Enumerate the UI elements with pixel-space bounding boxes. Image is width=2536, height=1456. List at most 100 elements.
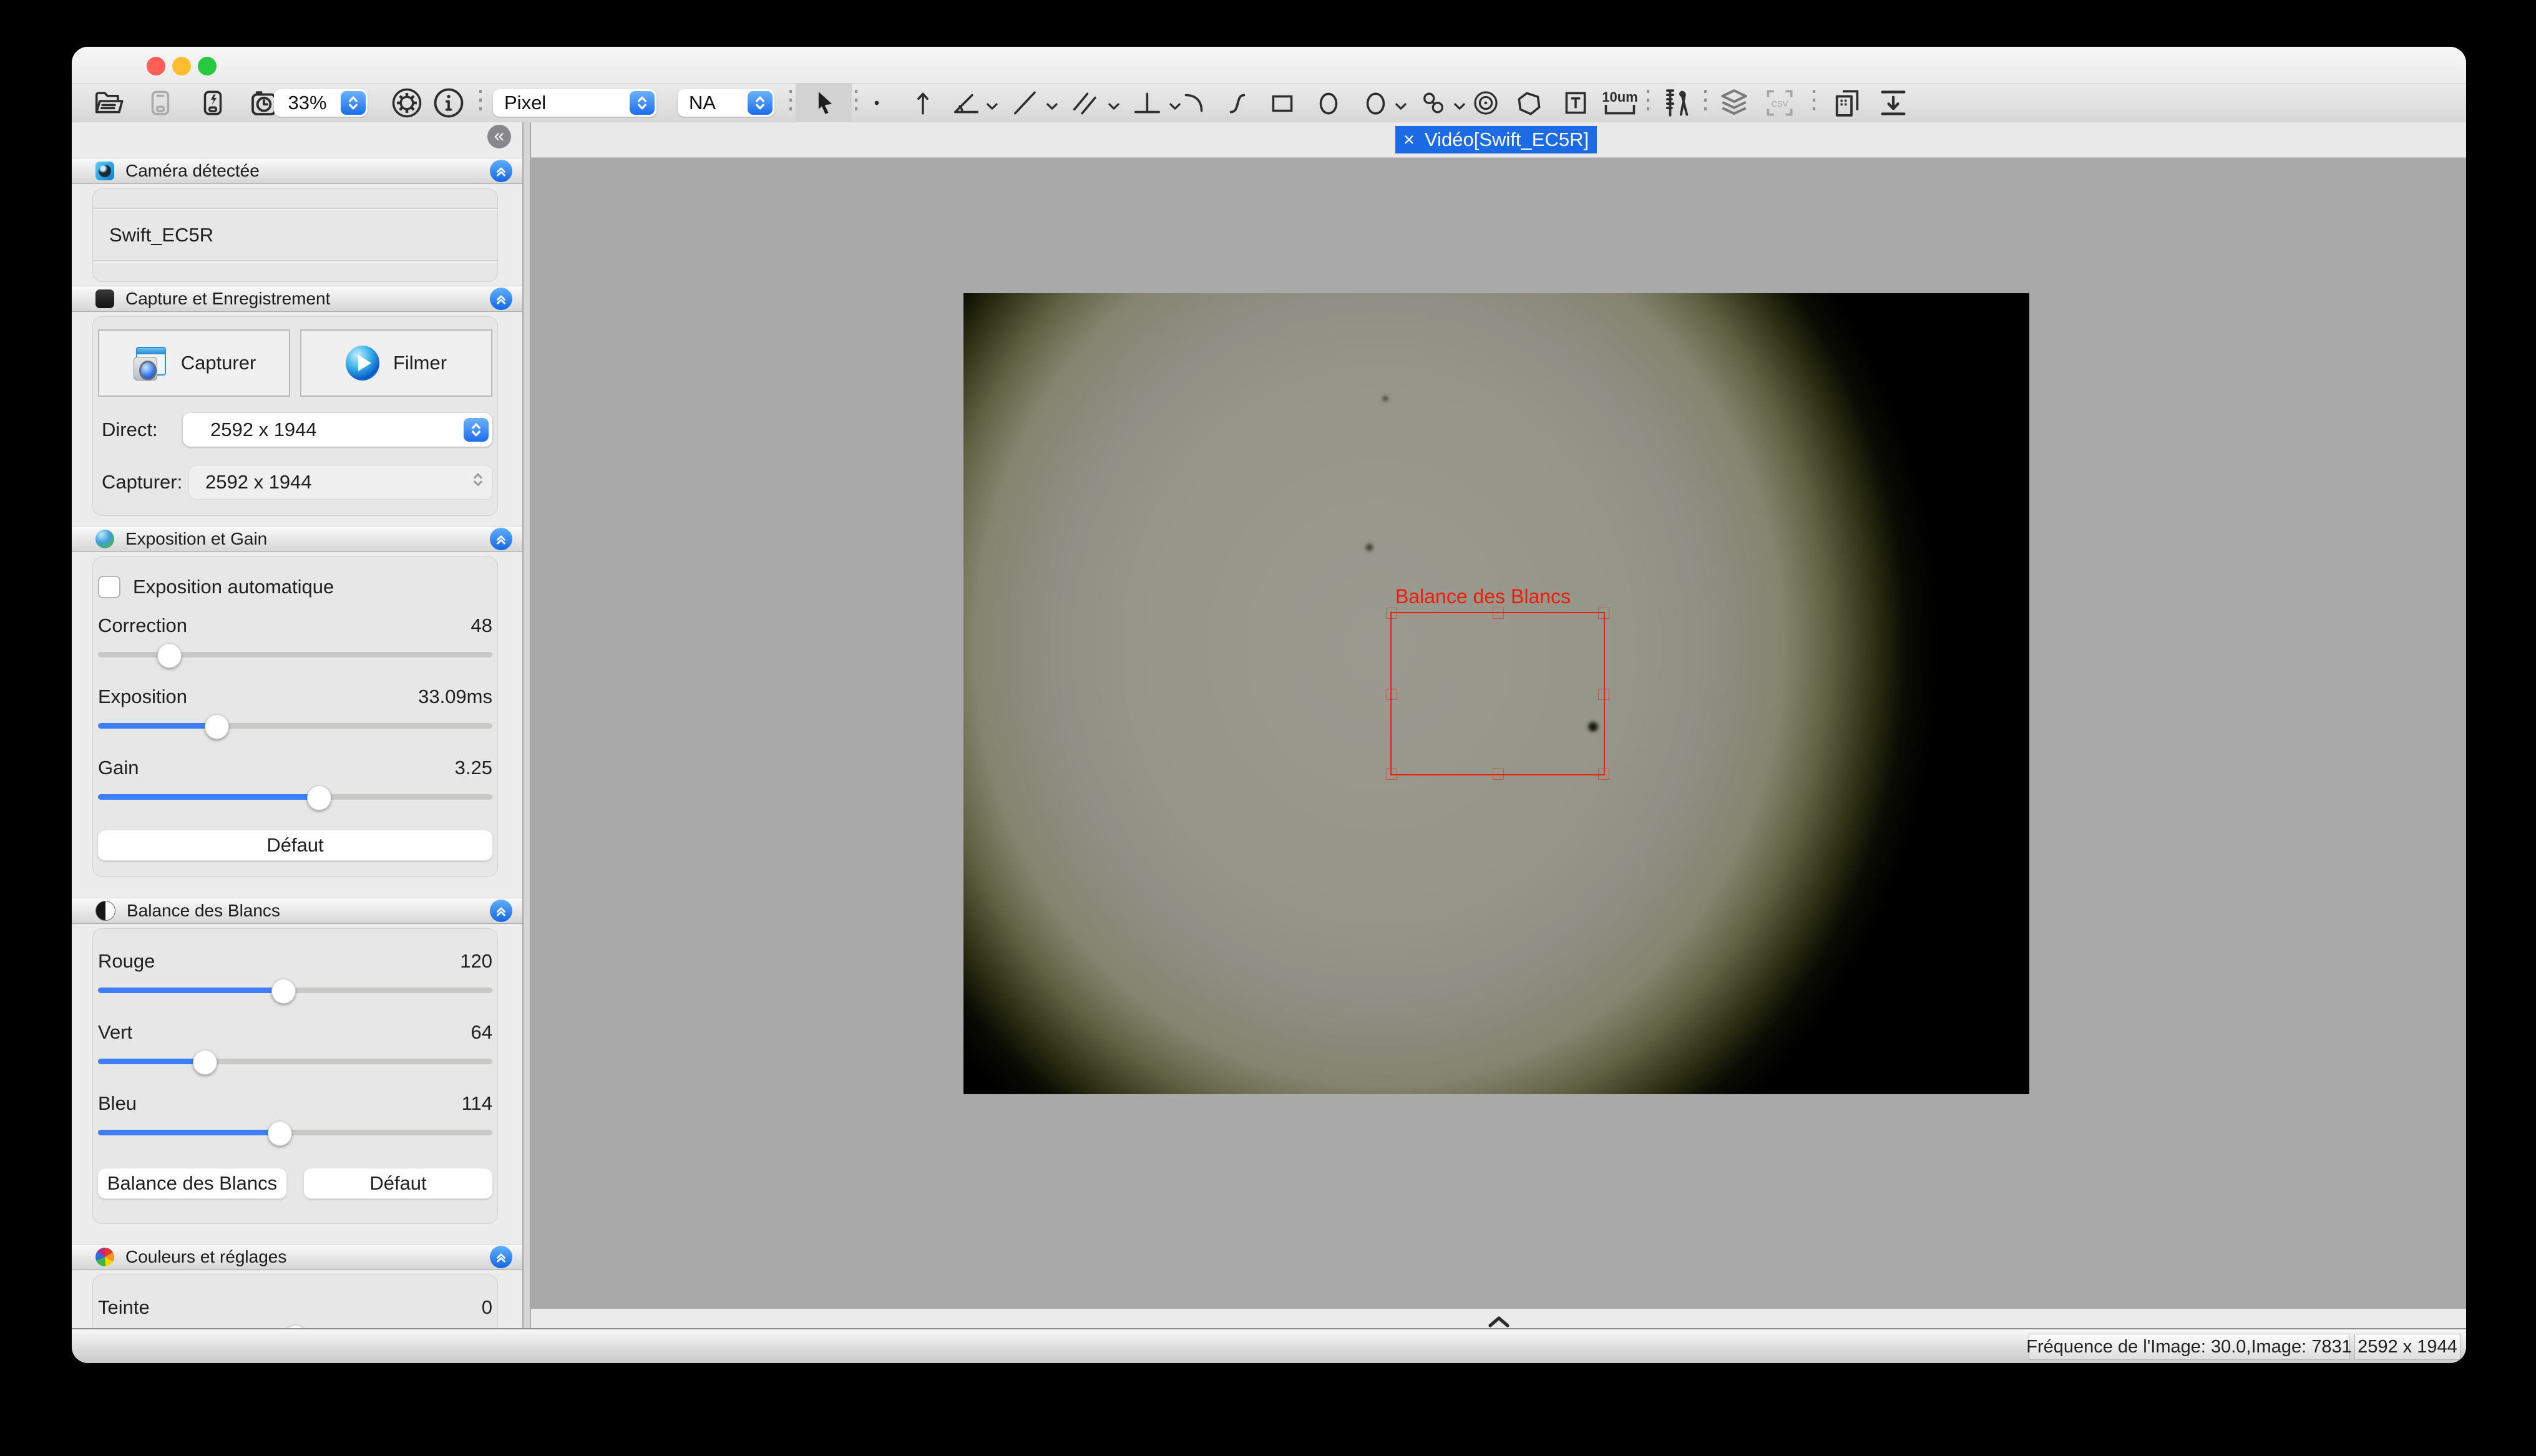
traffic-light-minimize[interactable] <box>172 57 191 75</box>
scale-bar-tool[interactable]: 10um <box>1599 86 1641 120</box>
panel-colors-body: Teinte 0 Saturation 64 <box>92 1274 498 1329</box>
collapse-panel-button[interactable] <box>490 528 512 550</box>
copy-icon <box>1830 85 1865 120</box>
live-resolution-select[interactable]: 2592 x 1944 <box>183 413 492 447</box>
linked-circles-tool[interactable] <box>1412 86 1470 120</box>
panel-white-balance-body: Rouge 120 Vert 64 <box>92 928 498 1224</box>
settings-button[interactable] <box>387 86 427 120</box>
slider-thumb[interactable] <box>268 1121 292 1146</box>
roi-handle[interactable] <box>1598 608 1609 619</box>
text-tool[interactable] <box>1557 86 1594 120</box>
red-slider[interactable] <box>98 975 492 1005</box>
white-balance-default-button[interactable]: Défaut <box>304 1168 492 1198</box>
cursor-icon <box>807 87 839 119</box>
panel-white-balance-header[interactable]: Balance des Blancs <box>72 898 522 924</box>
export-csv-button[interactable]: CSV <box>1759 86 1800 120</box>
angle-tool[interactable] <box>948 86 1002 120</box>
collapse-panel-button[interactable] <box>490 160 512 182</box>
point-icon <box>861 87 892 119</box>
export-image-button[interactable] <box>1873 86 1914 120</box>
roi-handle[interactable] <box>1386 689 1397 700</box>
green-slider[interactable] <box>98 1046 492 1076</box>
sidebar-splitter[interactable] <box>522 122 531 1329</box>
quick-save-button[interactable] <box>194 86 232 120</box>
collapse-panel-button[interactable] <box>490 288 512 310</box>
roi-handle[interactable] <box>1598 689 1609 700</box>
video-canvas[interactable]: Balance des Blancs <box>531 158 2466 1309</box>
calipers-icon <box>1659 85 1694 120</box>
live-video-frame[interactable]: Balance des Blancs <box>963 293 2029 1094</box>
correction-value: 48 <box>471 614 492 637</box>
bottom-panel-toggle[interactable] <box>531 1309 2466 1329</box>
panel-capture-header[interactable]: Capture et Enregistrement <box>72 286 522 312</box>
arrow-tool[interactable] <box>905 86 940 120</box>
calipers-tool[interactable] <box>1657 86 1697 120</box>
slider-thumb[interactable] <box>271 979 296 1004</box>
white-balance-roi[interactable] <box>1390 612 1605 775</box>
unit-select[interactable]: Pixel <box>493 89 656 117</box>
exposure-default-button[interactable]: Défaut <box>98 830 492 860</box>
line-tool[interactable] <box>1008 86 1061 120</box>
roi-handle[interactable] <box>1493 608 1504 619</box>
roi-handle[interactable] <box>1386 769 1397 780</box>
arrow-up-icon <box>907 87 939 119</box>
roi-handle[interactable] <box>1386 608 1397 619</box>
gain-slider[interactable] <box>98 782 492 812</box>
polygon-tool[interactable] <box>1511 86 1548 120</box>
traffic-light-close[interactable] <box>147 57 165 75</box>
rectangle-icon <box>1266 87 1299 119</box>
zoom-level-select[interactable]: 33% <box>274 89 368 117</box>
panel-title: Exposition et Gain <box>125 529 479 549</box>
auto-exposure-checkbox[interactable] <box>98 576 120 598</box>
traffic-light-zoom[interactable] <box>198 57 217 75</box>
white-balance-button[interactable]: Balance des Blancs <box>98 1168 286 1198</box>
sidebar-collapse-button[interactable]: « <box>487 125 511 148</box>
na-select[interactable]: NA <box>678 89 774 117</box>
camera-device-row[interactable]: Swift_EC5R <box>93 209 497 261</box>
panel-camera: Caméra détectée Swift_EC5R <box>72 158 522 286</box>
rectangle-tool[interactable] <box>1264 86 1301 120</box>
tab-close-icon[interactable]: × <box>1403 129 1415 151</box>
gain-label: Gain <box>98 757 139 779</box>
open-file-button[interactable] <box>90 86 128 120</box>
point-tool[interactable] <box>859 86 894 120</box>
circle-tool[interactable] <box>1356 86 1411 120</box>
camera-device-name: Swift_EC5R <box>109 224 213 246</box>
roi-handle[interactable] <box>1493 769 1504 780</box>
slider-thumb[interactable] <box>193 1050 217 1075</box>
curve-tool[interactable] <box>1219 86 1256 120</box>
copy-button[interactable] <box>1826 86 1868 120</box>
ellipse-tool[interactable] <box>1310 86 1347 120</box>
record-button[interactable]: Filmer <box>300 329 492 397</box>
gain-value: 3.25 <box>455 757 492 779</box>
info-button[interactable] <box>429 86 469 120</box>
panel-colors: Couleurs et réglages Teinte 0 <box>72 1244 522 1329</box>
correction-slider[interactable] <box>98 639 492 669</box>
concentric-circles-tool[interactable] <box>1467 86 1505 120</box>
slider-thumb[interactable] <box>157 643 182 668</box>
select-tool[interactable] <box>803 86 843 120</box>
document-tab-bar: × Vidéo[Swift_EC5R] <box>531 122 2466 158</box>
arc-tool[interactable] <box>1175 86 1212 120</box>
blue-slider[interactable] <box>98 1117 492 1147</box>
snap-resolution-select[interactable]: 2592 x 1944 <box>189 465 492 499</box>
capture-button[interactable]: Capturer <box>98 329 290 397</box>
parallel-lines-tool[interactable] <box>1066 86 1124 120</box>
exposure-slider[interactable] <box>98 711 492 740</box>
save-button[interactable] <box>142 86 179 120</box>
video-tab[interactable]: × Vidéo[Swift_EC5R] <box>1395 126 1597 153</box>
panel-exposure-header[interactable]: Exposition et Gain <box>72 526 522 552</box>
layers-button[interactable] <box>1713 86 1755 120</box>
collapse-panel-button[interactable] <box>490 1246 512 1268</box>
slider-thumb[interactable] <box>205 714 229 739</box>
collapse-panel-button[interactable] <box>490 900 512 922</box>
panel-camera-header[interactable]: Caméra détectée <box>72 158 522 184</box>
exposure-icon <box>95 530 114 548</box>
panel-title: Caméra détectée <box>125 161 479 181</box>
roi-handle[interactable] <box>1598 769 1609 780</box>
panel-title: Balance des Blancs <box>127 901 479 921</box>
toolbar-separator <box>855 90 857 116</box>
panel-exposure: Exposition et Gain Exposition automatiqu… <box>72 526 522 898</box>
panel-colors-header[interactable]: Couleurs et réglages <box>72 1244 522 1270</box>
slider-thumb[interactable] <box>307 785 331 810</box>
